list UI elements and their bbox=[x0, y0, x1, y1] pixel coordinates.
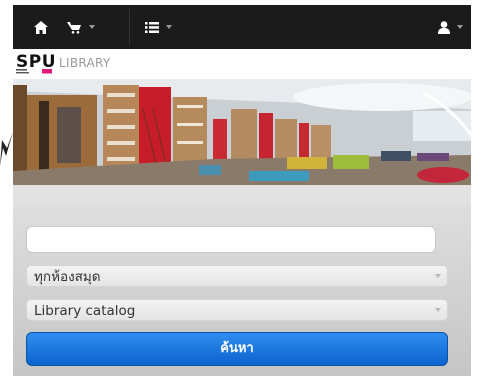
search-panel: ทุกห้องสมุด Library catalog ค้นหา bbox=[13, 203, 471, 376]
catalog-select-value: Library catalog bbox=[34, 303, 136, 319]
search-input[interactable] bbox=[26, 226, 436, 253]
chevron-down-icon bbox=[166, 25, 172, 29]
chevron-down-icon bbox=[435, 308, 441, 312]
logo-library-text: LIBRARY bbox=[59, 56, 111, 70]
library-select-value: ทุกห้องสมุด bbox=[34, 269, 101, 285]
top-navbar bbox=[13, 5, 471, 49]
user-icon bbox=[438, 20, 450, 34]
search-button[interactable]: ค้นหา bbox=[26, 332, 448, 366]
chevron-down-icon bbox=[435, 274, 441, 278]
catalog-select[interactable]: Library catalog bbox=[26, 299, 448, 321]
logo-emblem bbox=[16, 69, 52, 74]
library-interior-image bbox=[13, 79, 471, 185]
logo-bar: SPU LIBRARY bbox=[13, 49, 471, 79]
cart-button[interactable] bbox=[67, 5, 121, 49]
nav-divider bbox=[129, 9, 130, 45]
user-button[interactable] bbox=[423, 5, 463, 49]
home-button[interactable] bbox=[21, 5, 61, 49]
cart-icon bbox=[67, 21, 81, 34]
page-frame: SPU LIBRARY ทุกห้องสมุด Library catalog … bbox=[13, 5, 471, 376]
chevron-down-icon bbox=[457, 25, 463, 29]
home-icon bbox=[34, 20, 48, 34]
library-select[interactable]: ทุกห้องสมุด bbox=[26, 265, 448, 287]
list-icon bbox=[145, 21, 159, 33]
menu-button[interactable] bbox=[145, 5, 195, 49]
chevron-down-icon bbox=[89, 25, 95, 29]
library-hero-image bbox=[13, 79, 471, 185]
left-edge-mark bbox=[0, 132, 13, 166]
